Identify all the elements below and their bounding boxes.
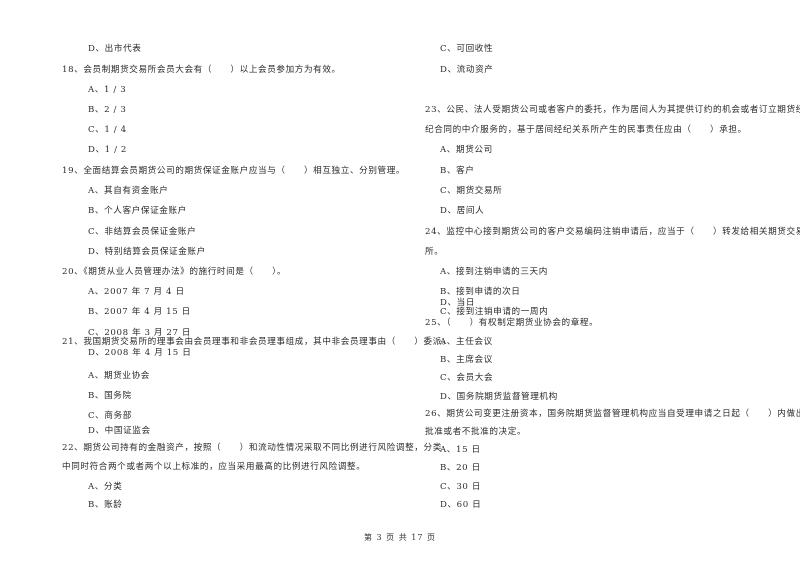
option-line: B、主席会议 bbox=[440, 355, 493, 365]
question-20: 20、《期货从业人员管理办法》的施行时间是（ ）。 bbox=[62, 267, 287, 277]
option-line: A、其自有资金账户 bbox=[88, 186, 169, 196]
option-line: D、1 / 2 bbox=[88, 145, 127, 155]
option-line: C、期货交易所 bbox=[440, 186, 503, 196]
question-19: 19、全面结算会员期货公司的期货保证金账户应当与（ ）相互独立、分别管理。 bbox=[62, 166, 406, 176]
option-line: A、分类 bbox=[88, 482, 123, 492]
option-line: B、国务院 bbox=[88, 391, 132, 401]
option-line: C、1 / 4 bbox=[88, 125, 127, 135]
question-24-continued: 所。 bbox=[425, 247, 444, 257]
question-23-continued: 纪合同的中介服务的，基于居间经纪关系所产生的民事责任应由（ ）承担。 bbox=[425, 125, 747, 135]
option-line: B、客户 bbox=[440, 166, 475, 176]
option-line: B、个人客户保证金账户 bbox=[88, 206, 187, 216]
exam-page: D、出市代表 18、会员制期货交易所会员大会有（ ）以上会员参加方为有效。 A、… bbox=[0, 0, 800, 565]
option-line: B、20 日 bbox=[440, 463, 481, 473]
option-line: C、会员大会 bbox=[440, 373, 494, 383]
option-line: A、1 / 3 bbox=[88, 85, 127, 95]
option-line: D、居间人 bbox=[440, 206, 485, 216]
question-18: 18、会员制期货交易所会员大会有（ ）以上会员参加方为有效。 bbox=[62, 65, 341, 75]
option-line: B、2007 年 4 月 15 日 bbox=[88, 307, 191, 317]
option-line: A、主任会议 bbox=[440, 337, 493, 347]
option-line: D、中国证监会 bbox=[88, 426, 151, 436]
option-line: A、期货业协会 bbox=[88, 371, 150, 381]
question-23: 23、公民、法人受期货公司或者客户的委托，作为居间人为其提供订约的机会或者订立期… bbox=[425, 105, 800, 115]
option-line: A、2007 年 7 月 4 日 bbox=[88, 287, 185, 297]
option-line: C、商务部 bbox=[88, 411, 132, 421]
option-line: D、当日 bbox=[440, 298, 476, 308]
option-line: D、流动资产 bbox=[440, 65, 494, 75]
option-line: D、60 日 bbox=[440, 500, 482, 510]
question-21: 21、我国期货交易所的理事会由会员理事和非会员理事组成，其中非会员理事由（ ）委… bbox=[62, 337, 452, 347]
option-line: A、接到注销申请的三天内 bbox=[440, 267, 548, 277]
option-line: D、特别结算会员保证金账户 bbox=[88, 247, 206, 257]
question-24: 24、监控中心接到期货公司的客户交易编码注销申请后，应当于（ ）转发给相关期货交… bbox=[425, 227, 800, 237]
option-line: D、国务院期货监督管理机构 bbox=[440, 392, 558, 402]
question-22-continued: 中同时符合两个或者两个以上标准的，应当采用最高的比例进行风险调整。 bbox=[62, 462, 366, 472]
option-line: B、账龄 bbox=[88, 500, 123, 510]
option-line: C、30 日 bbox=[440, 482, 482, 492]
option-line: A、期货公司 bbox=[440, 145, 493, 155]
option-line: A、15 日 bbox=[440, 445, 481, 455]
question-22: 22、期货公司持有的金融资产，按照（ ）和流动性情况采取不同比例进行风险调整，分… bbox=[62, 443, 442, 453]
question-26: 26、期货公司变更注册资本，国务院期货监督管理机构应当自受理申请之日起（ ）内做… bbox=[425, 409, 800, 419]
option-line: B、2 / 3 bbox=[88, 105, 127, 115]
option-line: D、出市代表 bbox=[88, 44, 142, 54]
question-26-continued: 批准或者不批准的决定。 bbox=[425, 427, 527, 437]
option-line: C、可回收性 bbox=[440, 44, 494, 54]
option-line: C、非结算会员保证金账户 bbox=[88, 227, 197, 237]
page-number: 第 3 页 共 17 页 bbox=[364, 533, 436, 542]
question-25: 25、（ ）有权制定期货业协会的章程。 bbox=[425, 318, 599, 328]
option-line: D、2008 年 4 月 15 日 bbox=[88, 348, 192, 358]
